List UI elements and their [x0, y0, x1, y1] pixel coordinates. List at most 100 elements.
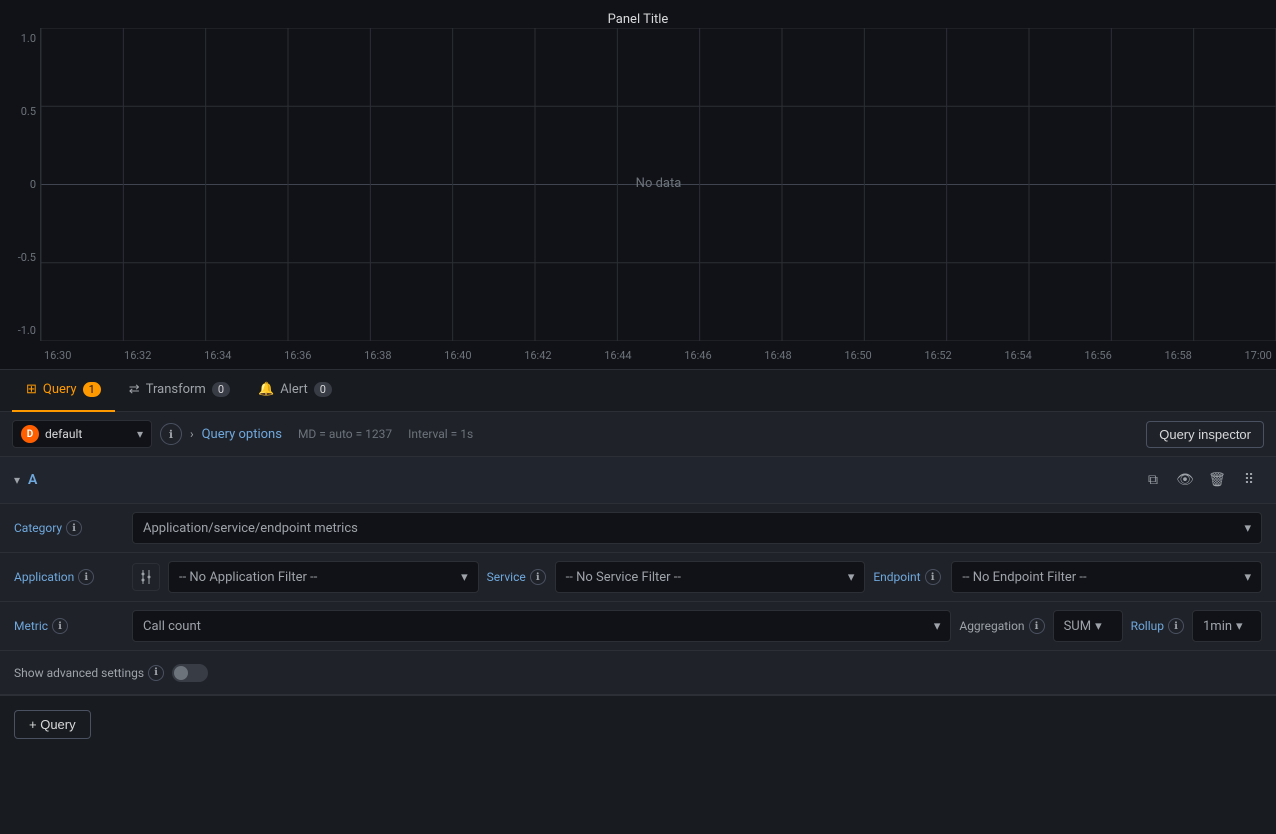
transform-tab-badge: 0	[212, 382, 230, 397]
application-select[interactable]: -- No Application Filter -- ▾	[168, 561, 479, 593]
sum-select[interactable]: SUM ▾	[1053, 610, 1123, 642]
tab-query[interactable]: ⊞ Query 1	[12, 370, 115, 412]
x-label-14: 16:58	[1164, 349, 1191, 362]
rollup-select[interactable]: 1min ▾	[1192, 610, 1262, 642]
advanced-settings-toggle[interactable]	[172, 664, 208, 682]
query-meta-interval: Interval = 1s	[408, 427, 473, 441]
query-header-actions: ⧉ 👁 🗑 ⠿	[1140, 467, 1262, 493]
sum-value: SUM	[1064, 619, 1092, 634]
query-inspector-button[interactable]: Query inspector	[1146, 421, 1264, 448]
service-chevron-icon: ▾	[848, 570, 855, 585]
service-select[interactable]: -- No Service Filter -- ▾	[555, 561, 866, 593]
duplicate-button[interactable]: ⧉	[1140, 467, 1166, 493]
add-query-button[interactable]: + Query	[14, 710, 91, 739]
rollup-label: Rollup ℹ	[1131, 618, 1184, 634]
metric-label: Metric ℹ	[14, 618, 124, 634]
category-value: Application/service/endpoint metrics	[143, 521, 358, 536]
service-label-text: Service	[487, 570, 526, 584]
rollup-value: 1min	[1203, 619, 1232, 634]
advanced-info-button[interactable]: ℹ	[148, 665, 164, 681]
application-chevron-icon: ▾	[461, 570, 468, 585]
endpoint-info-button[interactable]: ℹ	[925, 569, 941, 585]
y-label-5: -1.0	[18, 324, 36, 337]
query-options-bar: D default ▾ ℹ › Query options MD = auto …	[0, 412, 1276, 457]
application-service-row: Application ℹ -- No Application Filter -…	[0, 553, 1276, 602]
query-name-a: A	[28, 472, 37, 488]
y-label-1: 1.0	[21, 32, 36, 45]
tab-transform[interactable]: ⇄ Transform 0	[115, 370, 244, 412]
filter-icon-button[interactable]	[132, 563, 160, 591]
panel-container: Panel Title 1.0 0.5 0 -0.5 -1.0	[0, 0, 1276, 834]
x-label-12: 16:54	[1004, 349, 1031, 362]
aggregation-label: Aggregation ℹ	[959, 618, 1044, 634]
datasource-icon: D	[21, 425, 39, 443]
category-label-text: Category	[14, 521, 62, 535]
toggle-knob	[174, 666, 188, 680]
query-tab-icon: ⊞	[26, 382, 37, 397]
category-select[interactable]: Application/service/endpoint metrics ▾	[132, 512, 1262, 544]
no-data-label: No data	[636, 176, 682, 191]
chart-grid: No data	[40, 28, 1276, 341]
x-label-10: 16:50	[844, 349, 871, 362]
x-label-4: 16:38	[364, 349, 391, 362]
x-label-8: 16:46	[684, 349, 711, 362]
alert-tab-badge: 0	[314, 382, 332, 397]
chart-area: Panel Title 1.0 0.5 0 -0.5 -1.0	[0, 0, 1276, 370]
collapse-button[interactable]: ▾	[14, 473, 20, 487]
x-label-6: 16:42	[524, 349, 551, 362]
x-label-7: 16:44	[604, 349, 631, 362]
x-label-1: 16:32	[124, 349, 151, 362]
metric-row: Metric ℹ Call count ▾ Aggregation ℹ SUM …	[0, 602, 1276, 651]
y-axis: 1.0 0.5 0 -0.5 -1.0	[0, 28, 40, 341]
query-section-header: ▾ A ⧉ 👁 🗑 ⠿	[0, 457, 1276, 504]
tab-alert[interactable]: 🔔 Alert 0	[244, 370, 346, 412]
x-label-11: 16:52	[924, 349, 951, 362]
metric-select[interactable]: Call count ▾	[132, 610, 951, 642]
chart-inner: 1.0 0.5 0 -0.5 -1.0	[0, 28, 1276, 369]
x-label-13: 16:56	[1084, 349, 1111, 362]
aggregation-info-button[interactable]: ℹ	[1029, 618, 1045, 634]
category-row: Category ℹ Application/service/endpoint …	[0, 504, 1276, 553]
x-label-9: 16:48	[764, 349, 791, 362]
x-axis: 16:30 16:32 16:34 16:36 16:38 16:40 16:4…	[40, 341, 1276, 369]
aggregation-label-text: Aggregation	[959, 619, 1024, 633]
datasource-info-button[interactable]: ℹ	[160, 423, 182, 445]
y-label-2: 0.5	[21, 105, 36, 118]
datasource-select[interactable]: D default ▾	[12, 420, 152, 448]
alert-tab-label: Alert	[280, 382, 308, 397]
transform-tab-icon: ⇄	[129, 382, 140, 397]
application-info-button[interactable]: ℹ	[78, 569, 94, 585]
endpoint-label-text: Endpoint	[873, 570, 920, 584]
metric-info-button[interactable]: ℹ	[52, 618, 68, 634]
chevron-down-icon: ▾	[137, 427, 143, 441]
application-label: Application ℹ	[14, 569, 124, 585]
x-label-5: 16:40	[444, 349, 471, 362]
metric-label-text: Metric	[14, 619, 48, 633]
breadcrumb-chevron: ›	[190, 427, 194, 441]
tabs-bar: ⊞ Query 1 ⇄ Transform 0 🔔 Alert 0	[0, 370, 1276, 412]
x-label-3: 16:36	[284, 349, 311, 362]
alert-tab-icon: 🔔	[258, 382, 274, 397]
rollup-info-button[interactable]: ℹ	[1168, 618, 1184, 634]
rollup-chevron-icon: ▾	[1236, 619, 1243, 634]
query-options-link[interactable]: Query options	[202, 427, 282, 442]
endpoint-placeholder: -- No Endpoint Filter --	[962, 570, 1086, 585]
endpoint-label: Endpoint ℹ	[873, 569, 943, 585]
advanced-settings-row: Show advanced settings ℹ	[0, 651, 1276, 695]
endpoint-chevron-icon: ▾	[1244, 570, 1251, 585]
application-placeholder: -- No Application Filter --	[179, 570, 317, 585]
advanced-settings-label-text: Show advanced settings	[14, 666, 144, 680]
application-label-text: Application	[14, 570, 74, 584]
drag-handle[interactable]: ⠿	[1236, 467, 1262, 493]
add-query-bar: + Query	[0, 696, 1276, 753]
metric-value: Call count	[143, 619, 201, 634]
category-info-button[interactable]: ℹ	[66, 520, 82, 536]
metric-chevron-icon: ▾	[934, 619, 941, 634]
advanced-settings-label: Show advanced settings ℹ	[14, 665, 164, 681]
remove-button[interactable]: 🗑	[1204, 467, 1230, 493]
datasource-label: default	[45, 427, 82, 441]
hide-button[interactable]: 👁	[1172, 467, 1198, 493]
endpoint-select[interactable]: -- No Endpoint Filter -- ▾	[951, 561, 1262, 593]
service-info-button[interactable]: ℹ	[530, 569, 546, 585]
x-label-2: 16:34	[204, 349, 231, 362]
